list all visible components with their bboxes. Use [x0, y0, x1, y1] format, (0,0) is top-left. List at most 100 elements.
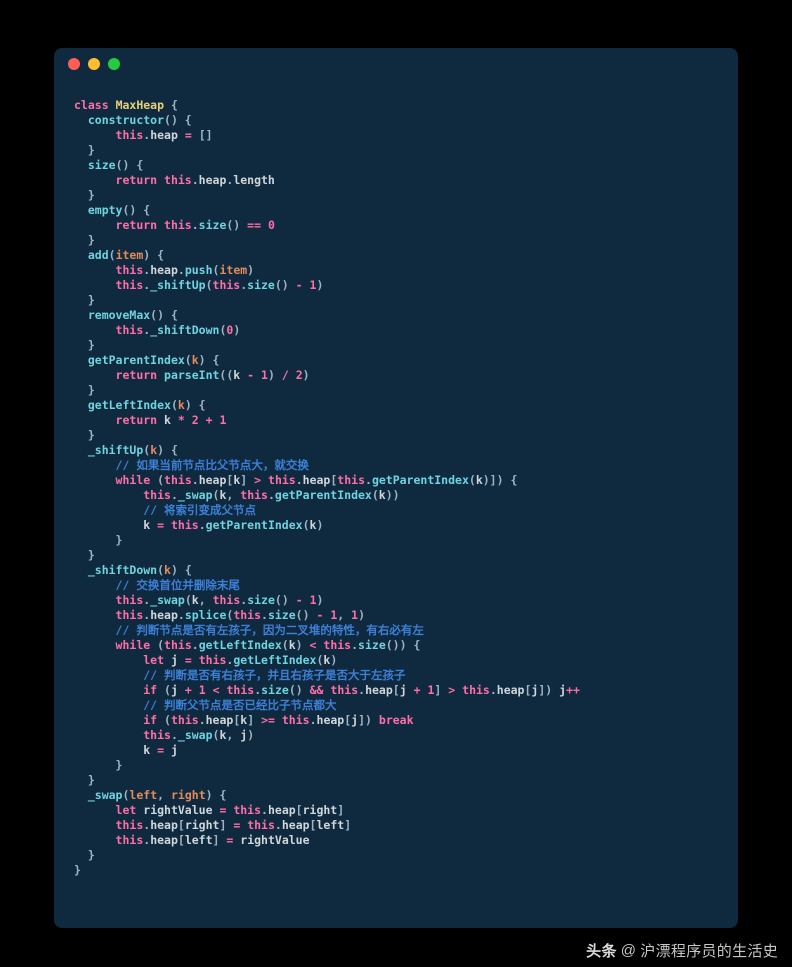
this: this [171, 713, 199, 727]
method: _shiftDown [88, 563, 157, 577]
property: heap [268, 803, 296, 817]
class-name: MaxHeap [116, 98, 164, 112]
method: add [88, 248, 109, 262]
method: getLeftIndex [88, 398, 171, 412]
param: k [192, 353, 199, 367]
keyword: return [116, 413, 158, 427]
method-call: _swap [178, 488, 213, 502]
this: this [116, 128, 144, 142]
var: k [379, 488, 386, 502]
this: this [226, 683, 254, 697]
var: k [289, 638, 296, 652]
this: this [143, 728, 171, 742]
method-call: size [247, 278, 275, 292]
this: this [116, 593, 144, 607]
property: heap [497, 683, 525, 697]
property: heap [317, 713, 345, 727]
keyword: class [74, 98, 109, 112]
property: heap [206, 713, 234, 727]
method-call: push [185, 263, 213, 277]
var: j [171, 743, 178, 757]
method-call: _shiftUp [150, 278, 205, 292]
property: heap [199, 473, 227, 487]
this: this [164, 638, 192, 652]
close-icon[interactable] [68, 58, 80, 70]
var: k [192, 593, 199, 607]
property: heap [365, 683, 393, 697]
method: constructor [88, 113, 164, 127]
number: 2 [296, 368, 303, 382]
this: this [116, 323, 144, 337]
method-call: _shiftDown [150, 323, 219, 337]
this: this [116, 608, 144, 622]
property: heap [150, 263, 178, 277]
property: heap [282, 818, 310, 832]
var: left [316, 818, 344, 832]
var: j [171, 683, 178, 697]
property: heap [150, 818, 178, 832]
method: empty [88, 203, 123, 217]
this: this [116, 263, 144, 277]
minimize-icon[interactable] [88, 58, 100, 70]
comment: // 将索引变成父节点 [143, 503, 256, 517]
var: rightValue [240, 833, 309, 847]
comment: // 判断父节点是否已经比子节点都大 [143, 698, 336, 712]
method: size [88, 158, 116, 172]
this: this [462, 683, 490, 697]
maximize-icon[interactable] [108, 58, 120, 70]
number: 2 [192, 413, 199, 427]
this: this [164, 173, 192, 187]
this: this [233, 608, 261, 622]
var: j [171, 653, 178, 667]
this: this [199, 653, 227, 667]
keyword: while [116, 473, 151, 487]
comment: // 判断是否有右孩子，并且右孩子是否大于左孩子 [143, 668, 405, 682]
this: this [116, 278, 144, 292]
method: _shiftUp [88, 443, 143, 457]
keyword: if [143, 683, 157, 697]
property: heap [150, 608, 178, 622]
keyword: while [116, 638, 151, 652]
var: k [143, 743, 150, 757]
method-call: size [247, 593, 275, 607]
var: right [185, 818, 220, 832]
this: this [337, 473, 365, 487]
this: this [233, 803, 261, 817]
this: this [143, 488, 171, 502]
param: left [129, 788, 157, 802]
watermark-brand: 头条 [586, 940, 617, 961]
param: k [178, 398, 185, 412]
keyword: if [143, 713, 157, 727]
this: this [240, 488, 268, 502]
number: 0 [268, 218, 275, 232]
keyword: return [116, 218, 158, 232]
method-call: size [261, 683, 289, 697]
this: this [330, 683, 358, 697]
param: item [116, 248, 144, 262]
builtin: parseInt [164, 368, 219, 382]
method-call: getParentIndex [275, 488, 372, 502]
property: length [233, 173, 275, 187]
number: 1 [199, 683, 206, 697]
var: k [476, 473, 483, 487]
this: this [164, 473, 192, 487]
code-block: class MaxHeap { constructor() { this.hea… [54, 80, 738, 898]
var: k [164, 413, 171, 427]
method: _swap [88, 788, 123, 802]
var: left [185, 833, 213, 847]
property: heap [150, 128, 178, 142]
var: rightValue [143, 803, 212, 817]
this: this [247, 818, 275, 832]
method-call: _swap [178, 728, 213, 742]
var: k [233, 368, 240, 382]
number: 1 [220, 413, 227, 427]
this: this [213, 593, 241, 607]
comment: // 如果当前节点比父节点大，就交换 [116, 458, 309, 472]
this: this [116, 833, 144, 847]
method-call: getLeftIndex [199, 638, 282, 652]
property: heap [199, 173, 227, 187]
at-icon: @ [621, 942, 637, 959]
method-call: getParentIndex [206, 518, 303, 532]
this: this [171, 518, 199, 532]
var: k [143, 518, 150, 532]
